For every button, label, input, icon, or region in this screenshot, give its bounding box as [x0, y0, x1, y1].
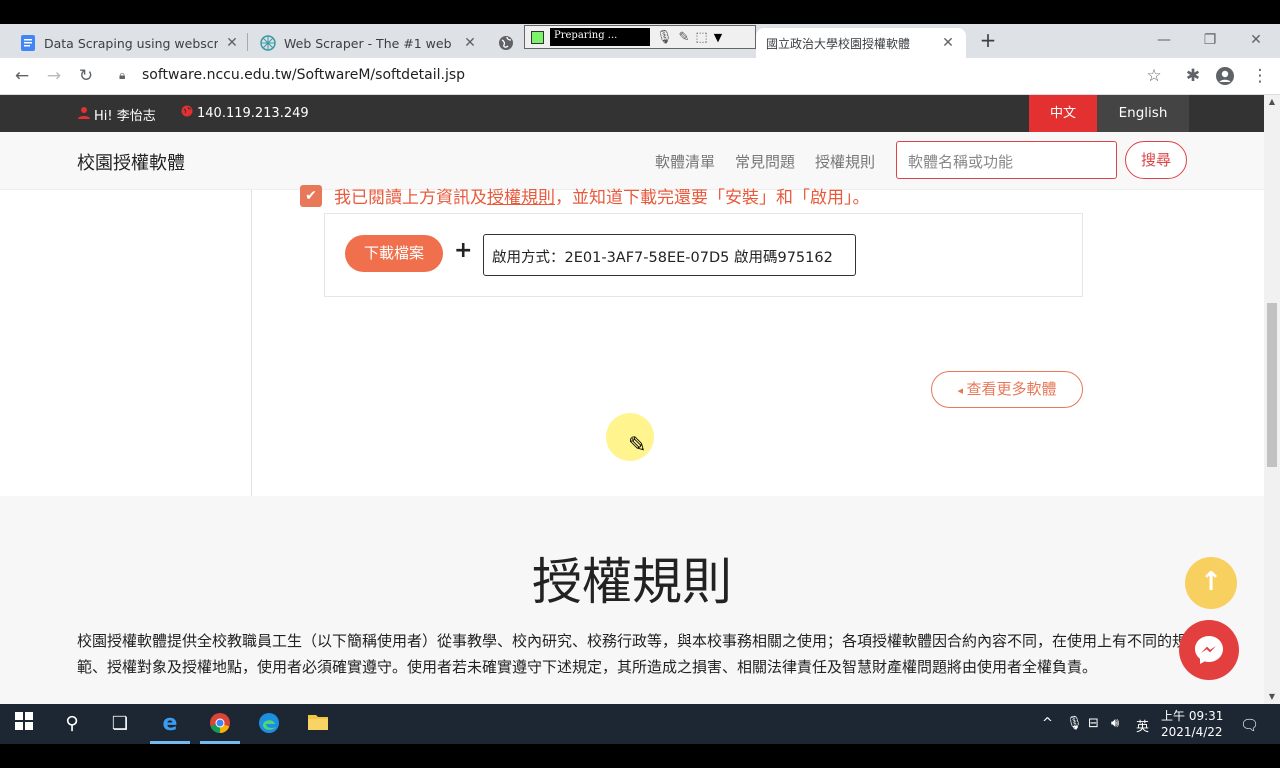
scroll-down-icon[interactable]: ▼: [1264, 690, 1280, 704]
page-scrollbar[interactable]: ▲ ▼: [1264, 95, 1280, 704]
agreement-prefix: 我已閱讀上方資訊及: [334, 188, 487, 208]
messenger-chat-button[interactable]: [1179, 620, 1239, 680]
close-icon[interactable]: ✕: [224, 35, 240, 51]
lock-icon: 🔒︎: [119, 68, 126, 82]
tray-microphone-icon[interactable]: 🎙: [1066, 716, 1083, 731]
more-software-label: 查看更多軟體: [966, 380, 1057, 398]
menu-kebab-icon[interactable]: ⋮: [1250, 66, 1270, 86]
tab-separator: [247, 33, 248, 51]
url-field[interactable]: software.nccu.edu.tw/SoftwareM/softdetai…: [142, 67, 465, 83]
minimize-button[interactable]: —: [1141, 28, 1187, 52]
chevron-left-icon: ◂: [957, 384, 967, 397]
task-view-icon[interactable]: ❏: [108, 712, 132, 736]
camera-off-icon[interactable]: ✎: [679, 30, 690, 45]
recorder-status: Preparing ...: [550, 28, 650, 46]
site-brand[interactable]: 校園授權軟體: [77, 149, 185, 175]
ime-language[interactable]: 英: [1136, 716, 1149, 735]
user-name: Hi! 李怡志: [94, 109, 156, 124]
region-select-icon[interactable]: ⬚: [695, 30, 707, 45]
screen-recorder-bar: Preparing ... 🎙 ✎ ⬚ ▼: [524, 25, 756, 49]
tab-title: Web Scraper - The #1 web scra: [284, 35, 456, 51]
search-icon[interactable]: ⚲: [60, 712, 84, 736]
page-viewport: Hi! 李怡志 140.119.213.249 中文 English 校園授權軟…: [0, 95, 1264, 704]
notification-icon[interactable]: 🗨: [1240, 716, 1259, 734]
windows-taskbar: ⚲ ❏ e ^ 🎙 ⊟ 🔊︎ 英 上午 09:31 2021/4/22 🗨: [0, 704, 1280, 744]
back-to-top-button[interactable]: ↑: [1185, 557, 1237, 609]
tab-title: 國立政治大學校園授權軟體: [766, 36, 911, 51]
checkbox-checked-icon[interactable]: ✔: [300, 184, 322, 207]
extensions-icon[interactable]: ✱: [1183, 66, 1203, 86]
close-window-button[interactable]: ✕: [1233, 28, 1279, 52]
clock-date: 2021/4/22: [1161, 725, 1223, 739]
user-greeting: Hi! 李怡志: [78, 105, 156, 124]
license-rules-link[interactable]: 授權規則: [487, 188, 555, 208]
download-button[interactable]: 下載檔案: [345, 235, 443, 272]
search-input[interactable]: 軟體名稱或功能: [896, 141, 1117, 179]
nav-faq[interactable]: 常見問題: [735, 151, 795, 172]
clock-time: 上午 09:31: [1161, 709, 1224, 723]
dropdown-icon[interactable]: ▼: [714, 31, 722, 44]
internet-explorer-icon[interactable]: e: [158, 712, 182, 736]
network-icon[interactable]: ⊟: [1088, 716, 1099, 731]
scrollbar-thumb[interactable]: [1267, 303, 1277, 467]
activation-code-field[interactable]: 啟用方式：2E01-3AF7-58EE-07D5 啟用碼975162: [483, 234, 856, 276]
back-icon[interactable]: ←: [12, 66, 32, 86]
sidebar-divider: [251, 190, 252, 542]
nav-software-list[interactable]: 軟體清單: [655, 151, 715, 172]
reload-icon[interactable]: ↻: [76, 66, 96, 86]
close-icon[interactable]: ✕: [462, 35, 478, 51]
tray-chevron-icon[interactable]: ^: [1042, 716, 1053, 731]
bookmark-star-icon[interactable]: ☆: [1144, 66, 1164, 86]
globe-icon: [498, 35, 514, 51]
site-top-bar: Hi! 李怡志 140.119.213.249 中文 English: [0, 95, 1264, 132]
tab-nccu-software[interactable]: 國立政治大學校園授權軟體 ✕: [756, 28, 966, 58]
file-explorer-icon[interactable]: [306, 712, 330, 736]
agreement-suffix: ，並知道下載完還要「安裝」和「啟用」。: [555, 188, 870, 208]
site-header: 校園授權軟體 軟體清單 常見問題 授權規則 軟體名稱或功能 搜尋: [0, 132, 1264, 190]
ip-value: 140.119.213.249: [197, 105, 309, 121]
pencil-cursor-icon: ✎: [628, 433, 647, 458]
user-icon: [78, 106, 90, 123]
scroll-up-icon[interactable]: ▲: [1264, 95, 1280, 109]
rules-heading: 授權規則: [532, 553, 732, 611]
download-panel: 下載檔案 + 啟用方式：2E01-3AF7-58EE-07D5 啟用碼97516…: [324, 213, 1083, 297]
microphone-icon[interactable]: 🎙: [656, 30, 673, 45]
nav-license-rules[interactable]: 授權規則: [815, 151, 875, 172]
agreement-text: 我已閱讀上方資訊及授權規則，並知道下載完還要「安裝」和「啟用」。: [334, 183, 870, 208]
tab-data-scraping[interactable]: Data Scraping using webscraper ✕: [10, 28, 250, 58]
ip-address: 140.119.213.249: [181, 105, 309, 121]
chrome-icon[interactable]: [208, 712, 232, 736]
profile-icon[interactable]: [1215, 66, 1235, 86]
letterbox-bottom: [0, 744, 1280, 768]
messenger-icon: [1195, 636, 1223, 664]
lang-english-button[interactable]: English: [1097, 95, 1189, 132]
license-rules-section: 授權規則 校園授權軟體提供全校教職員工生（以下簡稱使用者）從事教學、校內研究、校…: [0, 496, 1264, 704]
more-software-button[interactable]: ◂ 查看更多軟體: [931, 371, 1083, 408]
volume-icon[interactable]: 🔊︎: [1111, 716, 1119, 731]
restore-button[interactable]: ❐: [1187, 28, 1233, 52]
screen: Data Scraping using webscraper ✕ Web Scr…: [0, 0, 1280, 768]
lang-chinese-button[interactable]: 中文: [1029, 95, 1097, 132]
tab-globe[interactable]: [488, 28, 524, 58]
globe-icon: [181, 105, 193, 121]
search-button[interactable]: 搜尋: [1125, 141, 1187, 179]
docs-icon: [20, 35, 36, 51]
forward-icon[interactable]: →: [44, 66, 64, 86]
record-status-icon: [531, 30, 544, 44]
rules-paragraph: 校園授權軟體提供全校教職員工生（以下簡稱使用者）從事教學、校內研究、校務行政等，…: [77, 632, 1188, 676]
close-icon[interactable]: ✕: [940, 35, 956, 51]
webscraper-icon: [260, 35, 276, 51]
plus-sign: +: [454, 238, 473, 263]
arrow-up-icon: ↑: [1200, 567, 1222, 597]
tab-web-scraper[interactable]: Web Scraper - The #1 web scra ✕: [250, 28, 488, 58]
edge-icon[interactable]: [257, 712, 281, 736]
new-tab-button[interactable]: +: [978, 30, 998, 50]
system-clock[interactable]: 上午 09:31 2021/4/22: [1161, 708, 1223, 740]
address-bar-row: ← → ↻ 🔒︎ software.nccu.edu.tw/SoftwareM/…: [0, 58, 1280, 95]
windows-start-icon[interactable]: [12, 712, 36, 736]
agreement-checkbox-row[interactable]: ✔ 我已閱讀上方資訊及授權規則，並知道下載完還要「安裝」和「啟用」。: [300, 183, 870, 208]
tab-title: Data Scraping using webscraper: [44, 35, 218, 51]
